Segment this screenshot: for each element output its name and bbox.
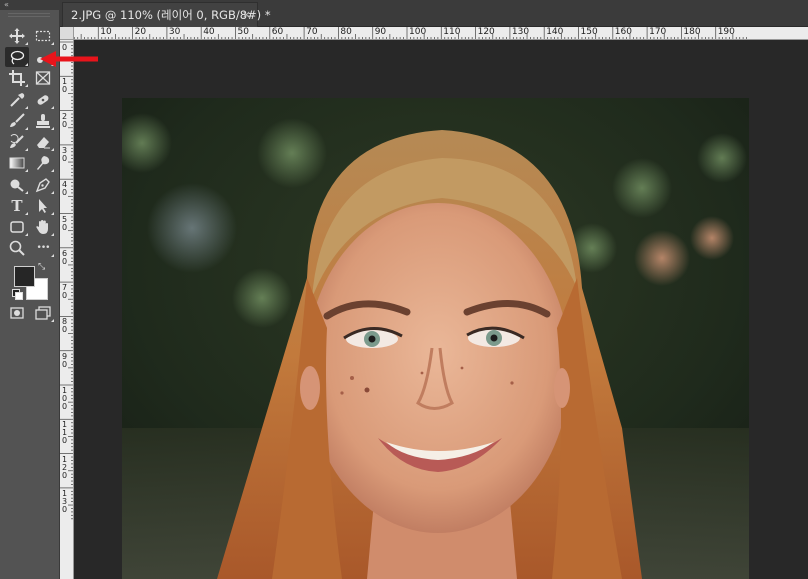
type-tool[interactable]: T — [5, 196, 29, 216]
document-tab-title: 2.JPG @ 110% (레이어 0, RGB/8#) * — [71, 8, 271, 22]
portrait-photo — [122, 98, 749, 579]
ruler-label: 120 — [477, 27, 495, 37]
pen-tool[interactable] — [31, 175, 55, 195]
brush-icon — [10, 113, 25, 127]
eraser-tool[interactable] — [31, 132, 55, 152]
default-colors-icon[interactable] — [12, 289, 23, 300]
dodge-icon — [10, 179, 24, 192]
type-icon: T — [11, 197, 23, 215]
dodge-tool[interactable] — [5, 175, 29, 195]
document-tab[interactable]: 2.JPG @ 110% (레이어 0, RGB/8#) * × — [62, 2, 271, 27]
ruler-label: 70 — [306, 27, 318, 37]
hand-icon — [36, 220, 48, 234]
ruler-label: 130 — [511, 27, 530, 37]
ruler-label: 0 — [61, 325, 68, 335]
ruler-label: 140 — [546, 27, 564, 37]
close-tab-icon[interactable]: × — [242, 3, 251, 27]
panel-collapse-grip[interactable]: « — [0, 0, 60, 10]
stamp-icon — [36, 114, 50, 128]
zoom-tool[interactable] — [5, 238, 29, 258]
spot-healing-icon — [37, 95, 49, 105]
rectangle-icon — [10, 221, 24, 233]
ruler-label: 170 — [649, 27, 667, 37]
ruler-label: 180 — [683, 27, 701, 37]
ellipsis-icon: ••• — [36, 243, 51, 253]
move-icon — [9, 28, 25, 44]
ruler-label: 150 — [580, 27, 598, 37]
ruler-label: 60 — [271, 27, 284, 37]
ruler-label: 50 — [237, 27, 249, 37]
panel-drag-handle[interactable] — [8, 13, 50, 17]
screen-mode-icon — [35, 306, 51, 320]
ruler-label: 20 — [134, 27, 147, 37]
ruler-label: 40 — [203, 27, 215, 37]
ruler-label: 0 — [61, 402, 68, 411]
tools-panel: « T ••• ⤡ — [0, 0, 60, 579]
marquee-tool[interactable] — [31, 26, 55, 46]
history-brush-tool[interactable] — [5, 132, 29, 152]
ruler-label: 0 — [61, 188, 68, 198]
crop-icon — [9, 70, 25, 86]
pen-icon — [35, 178, 50, 193]
rectangular-marquee-icon — [35, 30, 51, 42]
eraser-icon — [37, 137, 50, 149]
ruler-label: 0 — [61, 256, 68, 266]
quick-mask-button[interactable] — [5, 303, 29, 323]
gradient-icon — [9, 157, 25, 169]
ruler-label: 90 — [374, 27, 387, 37]
ruler-label: 110 — [443, 27, 461, 37]
arrow-icon — [39, 199, 47, 213]
ruler-label: 100 — [409, 27, 427, 37]
ruler-label: 160 — [614, 27, 632, 37]
red-annotation-arrow — [40, 51, 98, 67]
ruler-label: 0 — [61, 291, 68, 301]
swap-colors-icon[interactable]: ⤡ — [38, 262, 45, 272]
ruler-label: 0 — [61, 436, 68, 446]
ruler-label: 0 — [61, 470, 68, 480]
smudge-tool[interactable] — [31, 153, 55, 173]
ruler-label: 0 — [61, 222, 68, 232]
vertical-ruler[interactable]: 0102030405060708090100110120130 — [60, 40, 74, 579]
path-selection-tool[interactable] — [31, 196, 55, 216]
document-image[interactable] — [122, 98, 749, 579]
clone-stamp-tool[interactable] — [31, 111, 55, 131]
spot-healing-tool[interactable] — [31, 90, 55, 110]
zoom-icon — [9, 240, 25, 256]
horizontal-ruler[interactable]: 10 20 30 40 50 60 70 80 90 100 110 120 130 140 150 160 1… — [74, 27, 808, 40]
brush-tool[interactable] — [5, 111, 29, 131]
screen-mode-button[interactable] — [31, 303, 55, 323]
ruler-label: 0 — [61, 504, 68, 514]
document-tab-bar: 2.JPG @ 110% (레이어 0, RGB/8#) * × — [60, 0, 808, 27]
smudge-icon — [37, 156, 50, 170]
gradient-tool[interactable] — [5, 153, 29, 173]
history-brush-icon — [10, 134, 24, 148]
eyedropper-icon — [10, 93, 25, 107]
frame-tool[interactable] — [31, 68, 55, 88]
frame-icon — [35, 71, 51, 85]
more-tools[interactable]: ••• — [31, 238, 55, 258]
eyedropper-tool[interactable] — [5, 90, 29, 110]
ruler-label: 10 — [100, 27, 112, 37]
ruler-origin[interactable] — [60, 27, 74, 40]
crop-tool[interactable] — [5, 68, 29, 88]
ruler-label: 80 — [340, 27, 352, 37]
ruler-label: 0 — [61, 359, 68, 369]
hand-tool[interactable] — [31, 217, 55, 237]
quick-mask-icon — [10, 307, 24, 319]
ruler-label: 0 — [61, 119, 68, 129]
ruler-label: 0 — [61, 153, 68, 163]
ruler-label: 0 — [61, 85, 68, 95]
rectangle-tool[interactable] — [5, 217, 29, 237]
move-tool[interactable] — [5, 26, 29, 46]
lasso-icon — [10, 50, 25, 65]
ruler-label: 30 — [168, 27, 181, 37]
ruler-label: 190 — [717, 27, 735, 37]
lasso-tool[interactable] — [5, 47, 29, 67]
foreground-color-swatch[interactable] — [14, 266, 35, 287]
